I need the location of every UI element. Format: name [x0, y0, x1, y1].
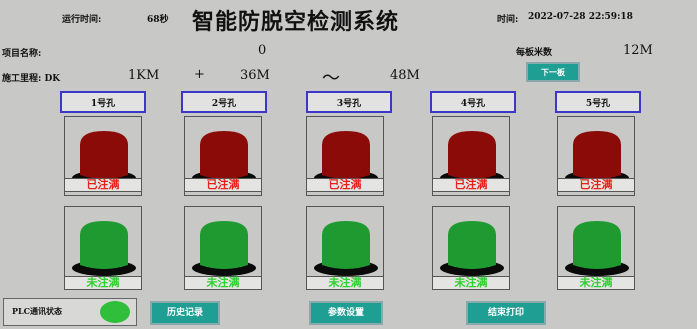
hole-label-3: 3号孔 [306, 91, 392, 113]
mileage-from: 36M [240, 68, 270, 83]
hole-label-2: 2号孔 [181, 91, 267, 113]
hole-2-unfilled-frame [184, 206, 262, 286]
hole-label-5: 5号孔 [555, 91, 641, 113]
project-value: 0 [258, 43, 267, 58]
print-button[interactable]: 结束打印 [466, 301, 546, 325]
hole-2-filled-status: 已注满 [184, 178, 262, 192]
hole-4-filled-status: 已注满 [432, 178, 510, 192]
hole-1-unfilled-status: 未注满 [64, 276, 142, 290]
plc-status-panel: PLC通讯状态 [3, 298, 137, 326]
hole-3-filled-status: 已注满 [306, 178, 384, 192]
plc-status-indicator [100, 301, 130, 323]
hole-2-unfilled-lamp-icon [192, 221, 256, 276]
hole-label-1: 1号孔 [60, 91, 146, 113]
time-value: 2022-07-28 22:59:18 [528, 12, 633, 22]
params-button[interactable]: 参数设置 [309, 301, 383, 325]
runtime-label: 运行时间: [62, 15, 102, 25]
runtime-value: 68秒 [147, 15, 169, 25]
hole-label-4: 4号孔 [430, 91, 516, 113]
hole-5-unfilled-lamp-icon [565, 221, 629, 276]
mileage-km: 1KM [128, 68, 160, 83]
hole-3-unfilled-frame [306, 206, 384, 286]
project-label: 项目名称: [2, 49, 42, 59]
hole-1-unfilled-lamp-icon [72, 221, 136, 276]
mileage-label: 施工里程: DK [2, 74, 61, 84]
hole-5-filled-status: 已注满 [557, 178, 635, 192]
hole-1-filled-status: 已注满 [64, 178, 142, 192]
per-board-label: 每板米数 [516, 48, 553, 58]
hole-1-unfilled-frame [64, 206, 142, 286]
hole-3-unfilled-lamp-icon [314, 221, 378, 276]
hole-4-unfilled-frame [432, 206, 510, 286]
hole-2-unfilled-status: 未注满 [184, 276, 262, 290]
hole-4-unfilled-lamp-icon [440, 221, 504, 276]
mileage-plus: + [194, 67, 205, 82]
per-board-value: 12M [623, 43, 653, 58]
mileage-tilde: ～ [322, 68, 340, 89]
hole-5-unfilled-status: 未注满 [557, 276, 635, 290]
time-label: 时间: [497, 15, 519, 25]
hole-5-unfilled-frame [557, 206, 635, 286]
mileage-to: 48M [390, 68, 420, 83]
plc-status-label: PLC通讯状态 [12, 306, 63, 316]
page-title: 智能防脱空检测系统 [192, 9, 400, 35]
history-button[interactable]: 历史记录 [150, 301, 220, 325]
hole-3-unfilled-status: 未注满 [306, 276, 384, 290]
next-board-button[interactable]: 下一板 [526, 62, 580, 82]
hole-4-unfilled-status: 未注满 [432, 276, 510, 290]
